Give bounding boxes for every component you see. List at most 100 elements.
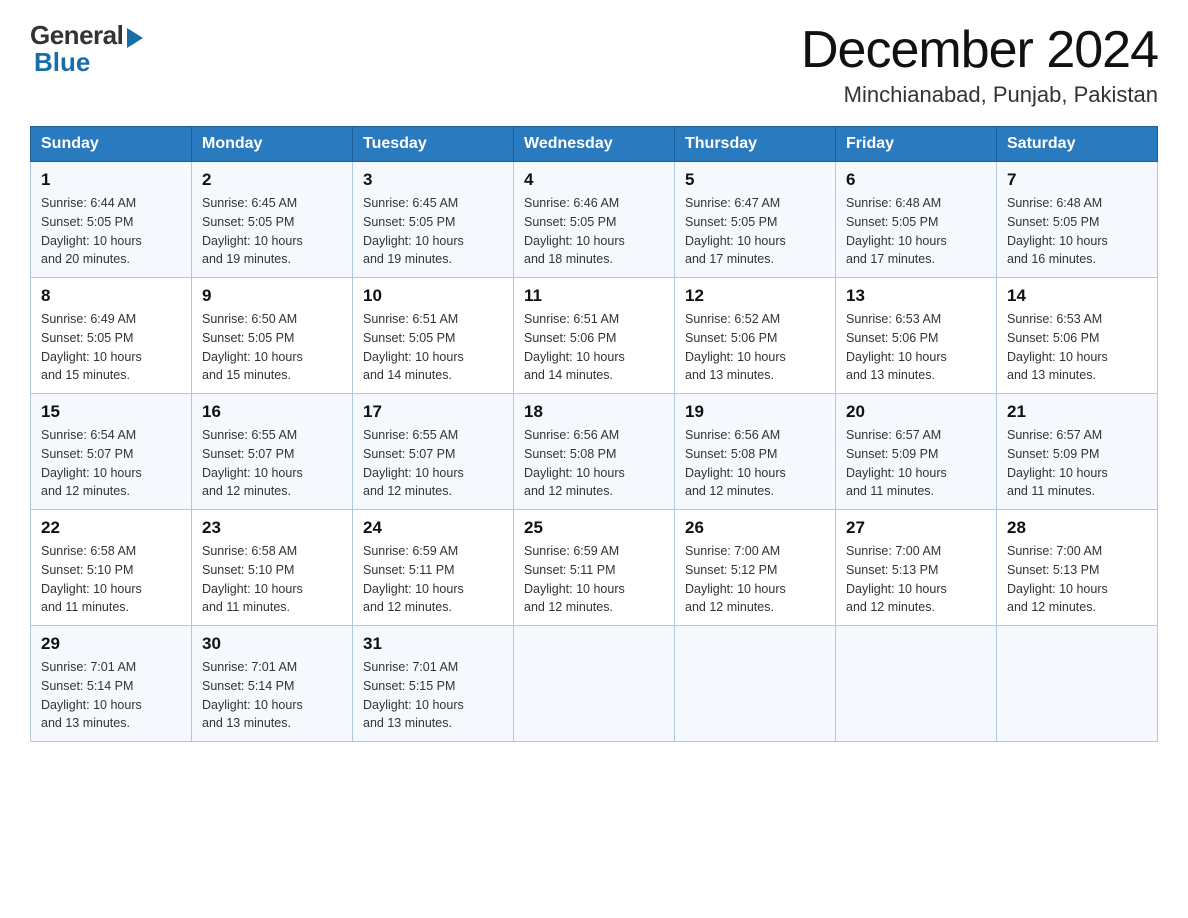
calendar-header: SundayMondayTuesdayWednesdayThursdayFrid…: [31, 127, 1158, 162]
calendar-cell: 14Sunrise: 6:53 AMSunset: 5:06 PMDayligh…: [997, 278, 1158, 394]
day-number: 28: [1007, 518, 1147, 538]
day-info: Sunrise: 6:47 AMSunset: 5:05 PMDaylight:…: [685, 194, 825, 269]
calendar-cell: 21 Sunrise: 6:57 AMSunset: 5:09 PMDayligh…: [997, 394, 1158, 510]
day-info: Sunrise: 6:45 AMSunset: 5:05 PMDaylight:…: [202, 194, 342, 269]
calendar-cell: 31 Sunrise: 7:01 AMSunset: 5:15 PMDayligh…: [353, 626, 514, 742]
calendar-cell: [836, 626, 997, 742]
day-number: 17: [363, 402, 503, 422]
weekday-header-friday: Friday: [836, 127, 997, 162]
calendar-cell: 13 Sunrise: 6:53 AMSunset: 5:06 PMDayligh…: [836, 278, 997, 394]
day-info: Sunrise: 6:52 AMSunset: 5:06 PMDaylight:…: [685, 310, 825, 385]
weekday-header-monday: Monday: [192, 127, 353, 162]
calendar-cell: 7 Sunrise: 6:48 AMSunset: 5:05 PMDaylight…: [997, 162, 1158, 278]
calendar-cell: 6 Sunrise: 6:48 AMSunset: 5:05 PMDaylight…: [836, 162, 997, 278]
day-number: 29: [41, 634, 181, 654]
calendar-cell: 17 Sunrise: 6:55 AMSunset: 5:07 PMDayligh…: [353, 394, 514, 510]
calendar-cell: 5 Sunrise: 6:47 AMSunset: 5:05 PMDaylight…: [675, 162, 836, 278]
day-number: 8: [41, 286, 181, 306]
day-number: 24: [363, 518, 503, 538]
day-number: 26: [685, 518, 825, 538]
calendar-cell: 2Sunrise: 6:45 AMSunset: 5:05 PMDaylight…: [192, 162, 353, 278]
day-info: Sunrise: 7:01 AMSunset: 5:14 PMDaylight:…: [202, 658, 342, 733]
day-number: 3: [363, 170, 503, 190]
day-number: 21: [1007, 402, 1147, 422]
calendar-cell: 16Sunrise: 6:55 AMSunset: 5:07 PMDayligh…: [192, 394, 353, 510]
logo: General Blue: [30, 20, 143, 78]
day-number: 5: [685, 170, 825, 190]
calendar-cell: [675, 626, 836, 742]
calendar-cell: 1 Sunrise: 6:44 AMSunset: 5:05 PMDaylight…: [31, 162, 192, 278]
day-number: 1: [41, 170, 181, 190]
title-block: December 2024 Minchianabad, Punjab, Paki…: [801, 20, 1158, 108]
day-info: Sunrise: 6:48 AMSunset: 5:05 PMDaylight:…: [846, 194, 986, 269]
day-info: Sunrise: 6:49 AMSunset: 5:05 PMDaylight:…: [41, 310, 181, 385]
day-number: 23: [202, 518, 342, 538]
day-number: 31: [363, 634, 503, 654]
day-info: Sunrise: 6:55 AMSunset: 5:07 PMDaylight:…: [202, 426, 342, 501]
weekday-header-tuesday: Tuesday: [353, 127, 514, 162]
logo-arrow-icon: [127, 28, 143, 48]
day-info: Sunrise: 6:58 AMSunset: 5:10 PMDaylight:…: [41, 542, 181, 617]
calendar-cell: [514, 626, 675, 742]
day-number: 13: [846, 286, 986, 306]
calendar-cell: 15 Sunrise: 6:54 AMSunset: 5:07 PMDayligh…: [31, 394, 192, 510]
weekday-header-saturday: Saturday: [997, 127, 1158, 162]
day-info: Sunrise: 6:53 AMSunset: 5:06 PMDaylight:…: [846, 310, 986, 385]
calendar-body: 1 Sunrise: 6:44 AMSunset: 5:05 PMDaylight…: [31, 162, 1158, 742]
day-info: Sunrise: 7:01 AMSunset: 5:15 PMDaylight:…: [363, 658, 503, 733]
day-number: 14: [1007, 286, 1147, 306]
calendar-cell: 28 Sunrise: 7:00 AMSunset: 5:13 PMDayligh…: [997, 510, 1158, 626]
day-number: 25: [524, 518, 664, 538]
calendar-cell: 23Sunrise: 6:58 AMSunset: 5:10 PMDayligh…: [192, 510, 353, 626]
week-row-5: 29 Sunrise: 7:01 AMSunset: 5:14 PMDayligh…: [31, 626, 1158, 742]
day-number: 30: [202, 634, 342, 654]
weekday-header-sunday: Sunday: [31, 127, 192, 162]
day-info: Sunrise: 6:51 AMSunset: 5:06 PMDaylight:…: [524, 310, 664, 385]
week-row-4: 22Sunrise: 6:58 AMSunset: 5:10 PMDayligh…: [31, 510, 1158, 626]
day-number: 10: [363, 286, 503, 306]
week-row-3: 15 Sunrise: 6:54 AMSunset: 5:07 PMDayligh…: [31, 394, 1158, 510]
day-info: Sunrise: 7:00 AMSunset: 5:12 PMDaylight:…: [685, 542, 825, 617]
calendar-cell: 18 Sunrise: 6:56 AMSunset: 5:08 PMDayligh…: [514, 394, 675, 510]
calendar-subtitle: Minchianabad, Punjab, Pakistan: [801, 82, 1158, 108]
day-info: Sunrise: 6:56 AMSunset: 5:08 PMDaylight:…: [524, 426, 664, 501]
day-number: 6: [846, 170, 986, 190]
calendar-cell: 11 Sunrise: 6:51 AMSunset: 5:06 PMDayligh…: [514, 278, 675, 394]
day-info: Sunrise: 6:57 AMSunset: 5:09 PMDaylight:…: [846, 426, 986, 501]
day-info: Sunrise: 6:50 AMSunset: 5:05 PMDaylight:…: [202, 310, 342, 385]
weekday-header-thursday: Thursday: [675, 127, 836, 162]
day-number: 19: [685, 402, 825, 422]
day-info: Sunrise: 6:46 AMSunset: 5:05 PMDaylight:…: [524, 194, 664, 269]
day-info: Sunrise: 6:51 AMSunset: 5:05 PMDaylight:…: [363, 310, 503, 385]
day-info: Sunrise: 6:48 AMSunset: 5:05 PMDaylight:…: [1007, 194, 1147, 269]
day-number: 18: [524, 402, 664, 422]
calendar-cell: 27 Sunrise: 7:00 AMSunset: 5:13 PMDayligh…: [836, 510, 997, 626]
page-header: General Blue December 2024 Minchianabad,…: [30, 20, 1158, 108]
day-info: Sunrise: 6:44 AMSunset: 5:05 PMDaylight:…: [41, 194, 181, 269]
calendar-cell: 9Sunrise: 6:50 AMSunset: 5:05 PMDaylight…: [192, 278, 353, 394]
calendar-cell: 29Sunrise: 7:01 AMSunset: 5:14 PMDayligh…: [31, 626, 192, 742]
day-number: 20: [846, 402, 986, 422]
day-info: Sunrise: 6:45 AMSunset: 5:05 PMDaylight:…: [363, 194, 503, 269]
day-number: 15: [41, 402, 181, 422]
day-info: Sunrise: 6:55 AMSunset: 5:07 PMDaylight:…: [363, 426, 503, 501]
calendar-cell: 24Sunrise: 6:59 AMSunset: 5:11 PMDayligh…: [353, 510, 514, 626]
week-row-2: 8 Sunrise: 6:49 AMSunset: 5:05 PMDaylight…: [31, 278, 1158, 394]
day-number: 7: [1007, 170, 1147, 190]
calendar-title: December 2024: [801, 20, 1158, 80]
calendar-cell: 19Sunrise: 6:56 AMSunset: 5:08 PMDayligh…: [675, 394, 836, 510]
day-info: Sunrise: 6:54 AMSunset: 5:07 PMDaylight:…: [41, 426, 181, 501]
calendar-cell: 12 Sunrise: 6:52 AMSunset: 5:06 PMDayligh…: [675, 278, 836, 394]
day-info: Sunrise: 7:00 AMSunset: 5:13 PMDaylight:…: [1007, 542, 1147, 617]
day-number: 11: [524, 286, 664, 306]
calendar-cell: 25Sunrise: 6:59 AMSunset: 5:11 PMDayligh…: [514, 510, 675, 626]
calendar-cell: 10 Sunrise: 6:51 AMSunset: 5:05 PMDayligh…: [353, 278, 514, 394]
day-number: 12: [685, 286, 825, 306]
day-info: Sunrise: 6:57 AMSunset: 5:09 PMDaylight:…: [1007, 426, 1147, 501]
day-info: Sunrise: 7:00 AMSunset: 5:13 PMDaylight:…: [846, 542, 986, 617]
calendar-cell: 20 Sunrise: 6:57 AMSunset: 5:09 PMDayligh…: [836, 394, 997, 510]
calendar-cell: 4Sunrise: 6:46 AMSunset: 5:05 PMDaylight…: [514, 162, 675, 278]
day-number: 27: [846, 518, 986, 538]
calendar-cell: 3 Sunrise: 6:45 AMSunset: 5:05 PMDaylight…: [353, 162, 514, 278]
week-row-1: 1 Sunrise: 6:44 AMSunset: 5:05 PMDaylight…: [31, 162, 1158, 278]
